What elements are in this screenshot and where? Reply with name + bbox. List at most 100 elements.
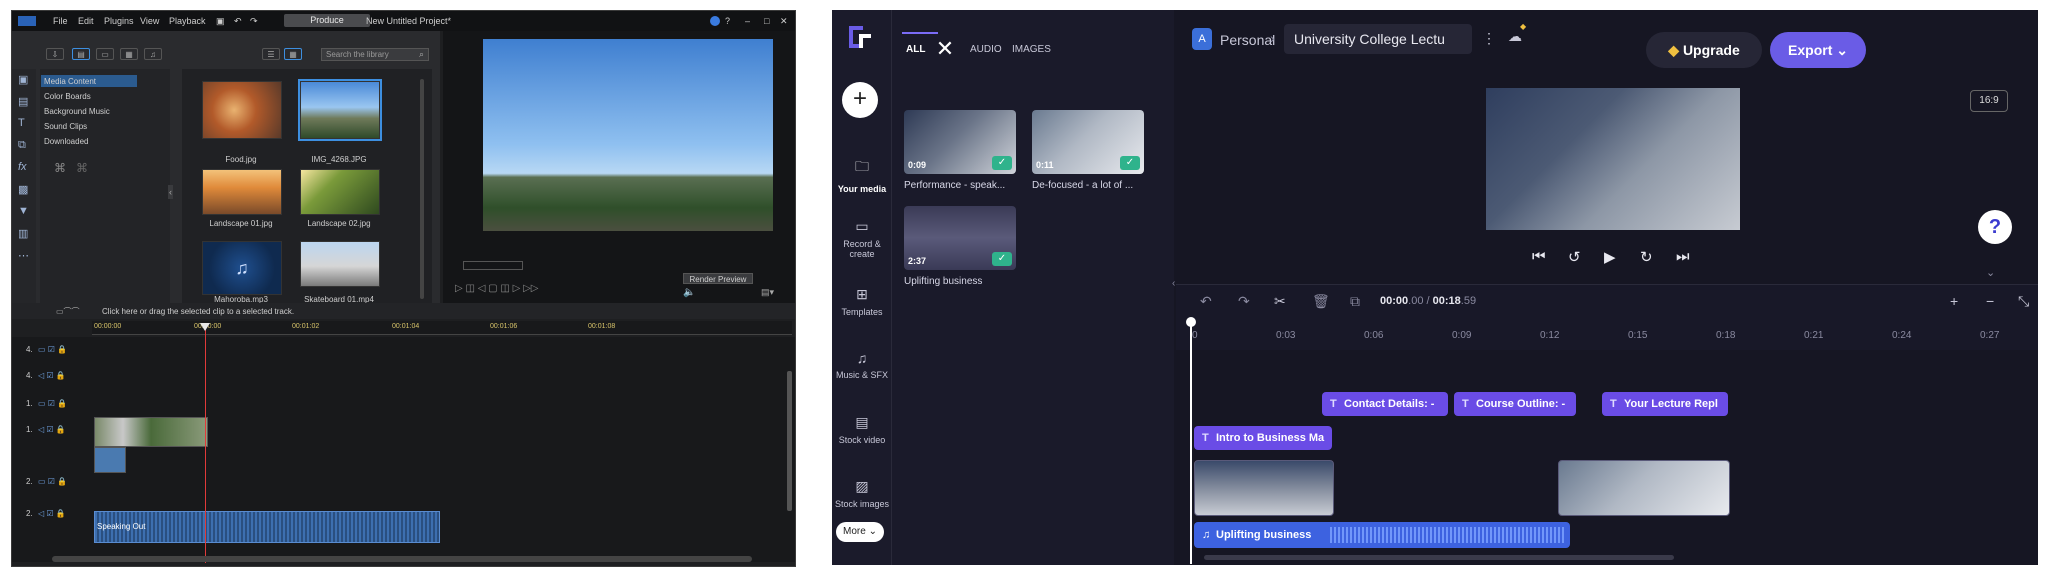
media-thumb-img4268[interactable] (298, 79, 382, 141)
transition-tool-icon[interactable]: ⧉ (18, 139, 26, 152)
forward-5s-icon[interactable]: ↻ (1640, 248, 1653, 266)
collapse-icon[interactable]: ‹ (168, 185, 173, 199)
nav-music-sfx[interactable]: ♫ Music & SFX (832, 350, 892, 380)
tab-images[interactable]: IMAGES (1012, 44, 1051, 55)
playhead[interactable] (205, 327, 206, 563)
tab-audio[interactable]: AUDIO (970, 44, 1002, 55)
media-item[interactable]: 2:37 ✓ (904, 206, 1016, 270)
more-button[interactable]: More ⌄ (836, 522, 884, 542)
timeline-ruler[interactable]: 0 0:03 0:06 0:09 0:12 0:15 0:18 0:21 0:2… (1176, 320, 2038, 350)
playhead-handle[interactable] (1186, 317, 1196, 327)
account-icon[interactable] (710, 16, 720, 26)
fx-tool-icon[interactable]: fx (18, 161, 27, 173)
import-icon[interactable]: ⇩ (46, 48, 64, 60)
nav-stock-video[interactable]: ▤ Stock video (832, 414, 892, 445)
close-icon[interactable]: ✕ (932, 36, 958, 62)
rewind-5s-icon[interactable]: ↺ (1568, 248, 1581, 266)
collapse-preview-icon[interactable]: ⌄ (1986, 266, 1995, 279)
render-preview-button[interactable]: Render Preview (683, 273, 753, 284)
play-icon[interactable]: ▶ (1604, 248, 1616, 266)
media-thumb-mahoroba[interactable]: ♫ (202, 241, 282, 295)
text-clip-your-lecture[interactable]: T Your Lecture Repl (1602, 392, 1728, 416)
media-room-tool-icon[interactable]: ▣ (18, 73, 28, 86)
text-clip-course-outline[interactable]: T Course Outline: - (1454, 392, 1576, 416)
film-tool-icon[interactable]: ▤ (18, 95, 28, 108)
video-clip-defocused[interactable] (1558, 460, 1730, 516)
category-sound-clips[interactable]: Sound Clips (44, 122, 87, 131)
track-audio-icon[interactable]: ◁ ☑ 🔒 (38, 371, 66, 380)
timeline-vscrollbar[interactable] (787, 371, 792, 511)
tag-icon[interactable]: ⌘ (54, 161, 66, 175)
track-video-icon[interactable]: ▭ ☑ 🔒 (38, 399, 67, 408)
add-media-button[interactable]: + (842, 82, 878, 118)
volume-icon[interactable]: 🔈 (683, 287, 695, 298)
close-icon[interactable]: ✕ (780, 16, 788, 27)
audio-clip-uplifting-business[interactable]: ♫ Uplifting business (1194, 522, 1570, 548)
menu-playback[interactable]: Playback (169, 16, 206, 26)
video-clip-performance[interactable] (1194, 460, 1334, 516)
redo-icon[interactable]: ↷ (250, 16, 258, 27)
help-icon[interactable]: ? (725, 16, 730, 26)
menu-view[interactable]: View (140, 16, 159, 26)
undo-icon[interactable]: ↶ (234, 16, 242, 27)
category-downloaded[interactable]: Downloaded (44, 137, 88, 146)
scissors-icon[interactable]: ✂ (1274, 293, 1286, 310)
audio-clip-speaking-out[interactable]: Speaking Out (94, 511, 440, 543)
list-view-icon[interactable]: ☰ (262, 48, 280, 60)
nav-stock-images[interactable]: ▨ Stock images (832, 478, 892, 509)
track-video-icon[interactable]: ▭ ☑ 🔒 (38, 477, 67, 486)
upgrade-button[interactable]: ◆ Upgrade (1646, 32, 1762, 68)
tag-remove-icon[interactable]: ⌘ (76, 161, 88, 175)
particle-tool-icon[interactable]: ▼ (18, 205, 29, 217)
view-icon[interactable]: ▭ (96, 48, 114, 60)
video-clip[interactable] (94, 417, 208, 447)
track-video-icon[interactable]: ▭ ☑ 🔒 (38, 345, 67, 354)
redo-icon[interactable]: ↷ (1238, 293, 1250, 310)
duplicate-icon[interactable]: ⧉ (1350, 293, 1360, 310)
media-thumb-skateboard01[interactable] (300, 241, 380, 287)
more-tools-icon[interactable]: ⋯ (18, 249, 29, 262)
help-button[interactable]: ? (1978, 210, 2012, 244)
skip-back-icon[interactable]: ⏮ (1532, 248, 1546, 265)
media-item[interactable]: 0:11 ✓ (1032, 110, 1144, 174)
nav-templates[interactable]: ⊞ Templates (832, 286, 892, 317)
menu-plugins[interactable]: Plugins (104, 16, 134, 26)
export-button[interactable]: Export ⌄ (1770, 32, 1866, 68)
fit-timeline-icon[interactable]: ⤡ (2018, 293, 2029, 310)
menu-file[interactable]: File (53, 16, 68, 26)
maximize-icon[interactable]: □ (764, 16, 769, 26)
playhead[interactable] (1190, 322, 1192, 564)
kebab-menu-icon[interactable]: ⋮ (1482, 30, 1496, 47)
workspace-switcher[interactable]: A Personal (1192, 28, 1275, 50)
media-thumb-food[interactable] (202, 81, 282, 139)
filter-icon[interactable]: ▦ (120, 48, 138, 60)
produce-button[interactable]: Produce (284, 14, 370, 27)
menu-edit[interactable]: Edit (78, 16, 94, 26)
library-scrollbar[interactable] (420, 79, 424, 299)
category-media-content[interactable]: Media Content (44, 77, 96, 86)
delete-icon[interactable]: 🗑 (1312, 293, 1330, 310)
tab-all[interactable]: ALL (906, 44, 925, 55)
timeline-scrollbar[interactable] (1204, 555, 1674, 560)
media-thumb-landscape02[interactable] (300, 169, 380, 215)
text-clip-intro[interactable]: T Intro to Business Ma (1194, 426, 1332, 450)
text-clip-contact-details[interactable]: T Contact Details: - (1322, 392, 1448, 416)
search-icon[interactable]: ⌕ (419, 49, 424, 60)
media-room-icon[interactable]: ▤ (72, 48, 90, 60)
undo-icon[interactable]: ↶ (1200, 293, 1212, 310)
nav-record-create[interactable]: ▭ Record & create (832, 218, 892, 259)
media-item[interactable]: 0:09 ✓ (904, 110, 1016, 174)
display-mode-icon[interactable]: ▤▾ (761, 287, 774, 298)
track-audio-icon[interactable]: ◁ ☑ 🔒 (38, 509, 66, 518)
audio-clip-small[interactable] (94, 447, 126, 473)
timeline-tools-icon[interactable]: ▭⌒⌒ (56, 306, 80, 317)
music-filter-icon[interactable]: ♫ (144, 48, 162, 60)
timeline-scrollbar[interactable] (52, 556, 752, 562)
zoom-in-icon[interactable]: + (1950, 293, 1958, 309)
pip-tool-icon[interactable]: ▩ (18, 183, 28, 196)
category-background-music[interactable]: Background Music (44, 107, 110, 116)
grid-view-icon[interactable]: ▦ (284, 48, 302, 60)
subtitle-tool-icon[interactable]: ▥ (18, 227, 28, 240)
timeline-ruler[interactable]: 00:00:00 00:00:00 00:01:02 00:01:04 00:0… (92, 321, 792, 335)
media-thumb-landscape01[interactable] (202, 169, 282, 215)
